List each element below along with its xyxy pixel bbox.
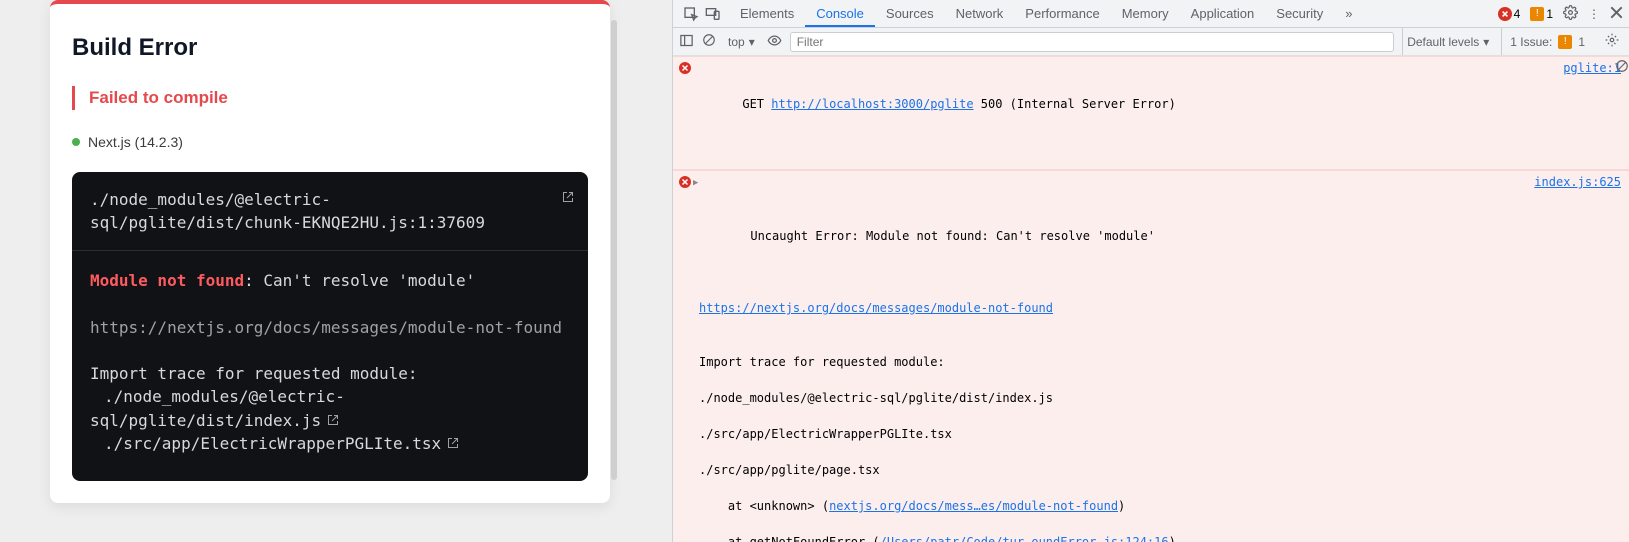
error-count: 4 <box>1514 7 1521 21</box>
issue-badge-icon: ! <box>1558 35 1572 49</box>
code-header: ./node_modules/@electric-sql/pglite/dist… <box>72 172 588 251</box>
stack-text: at <unknown> ( <box>699 499 829 513</box>
console-toolbar: top▾ Default levels▾ 1 Issue:!1 <box>673 28 1629 56</box>
clear-console-icon[interactable] <box>702 33 716 50</box>
request-url-link[interactable]: http://localhost:3000/pglite <box>771 97 973 111</box>
warn-count-badge[interactable]: ! <box>1530 7 1544 21</box>
external-link-icon[interactable] <box>562 186 574 209</box>
build-error-card: Build Error Failed to compile Next.js (1… <box>50 0 610 503</box>
tab-application[interactable]: Application <box>1180 0 1266 27</box>
console-row: ▶ Uncaught Error: Module not found: Can'… <box>673 170 1629 542</box>
source-link[interactable]: index.js:625 <box>1534 173 1621 191</box>
trace-line: ./src/app/ElectricWrapperPGLIte.tsx <box>90 434 459 453</box>
status-dot-icon <box>72 138 80 146</box>
trace-head: Import trace for requested module: <box>699 355 945 369</box>
gear-icon[interactable] <box>1601 33 1623 50</box>
disclosure-icon[interactable]: ▶ <box>693 177 698 191</box>
trace-line: ./src/app/pglite/page.tsx <box>699 463 880 477</box>
docs-link[interactable]: https://nextjs.org/docs/messages/module-… <box>90 318 562 337</box>
device-toggle-icon[interactable] <box>705 6 721 22</box>
kebab-icon[interactable]: ⋮ <box>1588 7 1600 21</box>
log-text: Uncaught Error: Module not found: Can't … <box>742 229 1155 243</box>
tab-security[interactable]: Security <box>1265 0 1334 27</box>
trace-line: ./node_modules/@electric-sql/pglite/dist… <box>699 391 1053 405</box>
status-text: 500 (Internal Server Error) <box>974 97 1176 111</box>
external-link-icon[interactable] <box>447 432 459 455</box>
scrollbar[interactable] <box>611 20 617 480</box>
tab-memory[interactable]: Memory <box>1111 0 1180 27</box>
no-entry-icon[interactable] <box>1615 59 1629 78</box>
code-body: Module not found: Can't resolve 'module'… <box>72 251 588 481</box>
log-text: GET <box>742 97 771 111</box>
code-block: ./node_modules/@electric-sql/pglite/dist… <box>72 172 588 481</box>
inspect-icon[interactable] <box>683 6 699 22</box>
issues-indicator[interactable]: 1 Issue:!1 <box>1501 28 1593 55</box>
console-body[interactable]: GET http://localhost:3000/pglite 500 (In… <box>673 56 1629 542</box>
stack-link[interactable]: /Users/patr/Code/tur…oundError.js:124:16 <box>880 535 1169 542</box>
tab-elements[interactable]: Elements <box>729 0 805 27</box>
page-left: Build Error Failed to compile Next.js (1… <box>0 0 672 542</box>
framework-row: Next.js (14.2.3) <box>72 134 588 150</box>
fail-text: Failed to compile <box>89 88 588 108</box>
chevron-down-icon: ▾ <box>1483 35 1489 49</box>
warn-count: 1 <box>1546 7 1553 21</box>
framework-label: Next.js (14.2.3) <box>88 134 183 150</box>
external-link-icon[interactable] <box>327 409 339 432</box>
tab-sources[interactable]: Sources <box>875 0 945 27</box>
levels-select[interactable]: Default levels▾ <box>1402 28 1493 55</box>
error-rest: : Can't resolve 'module' <box>244 271 475 290</box>
devtools: Elements Console Sources Network Perform… <box>672 0 1629 542</box>
error-count-badge[interactable] <box>1498 7 1512 21</box>
tab-network[interactable]: Network <box>945 0 1015 27</box>
sidebar-toggle-icon[interactable] <box>679 33 694 51</box>
fail-block: Failed to compile <box>72 86 588 110</box>
error-label: Module not found <box>90 271 244 290</box>
docs-link[interactable]: https://nextjs.org/docs/messages/module-… <box>699 301 1053 315</box>
context-select[interactable]: top▾ <box>724 35 759 49</box>
live-expression-icon[interactable] <box>767 33 782 51</box>
console-row: GET http://localhost:3000/pglite 500 (In… <box>673 56 1629 170</box>
devtools-tabbar: Elements Console Sources Network Perform… <box>673 0 1629 28</box>
tab-performance[interactable]: Performance <box>1014 0 1110 27</box>
gear-icon[interactable] <box>1563 5 1578 23</box>
error-icon <box>679 61 691 73</box>
trace-head: Import trace for requested module: <box>90 364 418 383</box>
error-icon <box>679 175 691 187</box>
trace-line: ./node_modules/@electric-sql/pglite/dist… <box>90 387 345 429</box>
stack-text: at getNotFoundError ( <box>699 535 880 542</box>
card-title: Build Error <box>72 34 588 62</box>
close-icon[interactable] <box>1610 6 1623 22</box>
tab-more[interactable]: » <box>1334 0 1363 27</box>
source-link[interactable]: pglite:1 <box>1563 59 1621 77</box>
tab-console[interactable]: Console <box>805 0 875 27</box>
trace-line: ./src/app/ElectricWrapperPGLIte.tsx <box>699 427 952 441</box>
filter-input[interactable] <box>790 32 1394 52</box>
chevron-down-icon: ▾ <box>749 35 755 49</box>
stack-link[interactable]: nextjs.org/docs/mess…es/module-not-found <box>829 499 1118 513</box>
